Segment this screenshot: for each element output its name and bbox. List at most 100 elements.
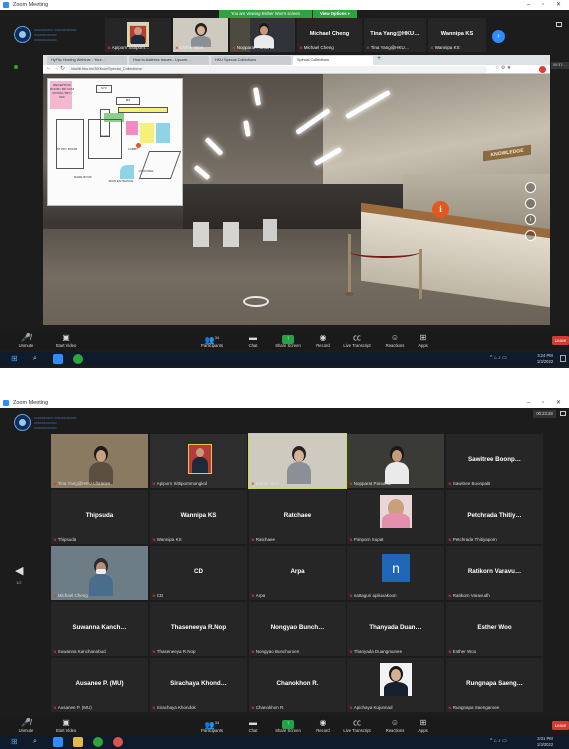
filmstrip-tile[interactable]: ⨯Esther Woo xyxy=(173,18,228,52)
leave-button[interactable]: Leave xyxy=(552,721,569,730)
chat-button[interactable]: ▬ Chat xyxy=(233,332,273,348)
leave-button[interactable]: Leave xyxy=(552,336,569,345)
zoom-taskbar-icon[interactable] xyxy=(53,354,63,364)
participant-tile[interactable]: Rungnapa Saeng… ⨯Rungnapa Saengaroee xyxy=(446,658,543,712)
view-options-button[interactable]: View Options ▾ xyxy=(313,10,357,18)
chrome-taskbar-icon[interactable] xyxy=(93,737,103,747)
next-page-arrow-icon[interactable]: › xyxy=(492,30,505,43)
filmstrip-tile[interactable]: Michael Cheng ⨯Michael Cheng xyxy=(297,18,362,52)
minimize-icon[interactable]: – xyxy=(527,398,530,408)
floor-plan-overlay[interactable]: RECEPTION ROOM / MF COM / ROOM / BFT / O… xyxy=(47,78,183,206)
reload-icon[interactable]: ↻ xyxy=(60,65,65,72)
participant-tile[interactable]: Ratikorn Varavu… ⨯Ratikorn Varavudh xyxy=(446,546,543,600)
browser-tab[interactable]: HKU Special Collections xyxy=(211,56,291,65)
file-explorer-taskbar-icon[interactable] xyxy=(73,737,83,747)
search-icon[interactable]: ⌕ xyxy=(33,354,43,364)
close-icon[interactable]: ✕ xyxy=(556,398,561,408)
participant-tile[interactable]: Petchrada Thitiy… ⨯Petchrada Thitiyaporn xyxy=(446,490,543,544)
filmstrip-tile[interactable]: Tina Yang@HKU… ⨯Tina Yang@HKU… xyxy=(364,18,426,52)
close-icon[interactable]: ✕ xyxy=(556,0,561,10)
search-icon[interactable]: ⌕ xyxy=(33,737,43,747)
participant-tile[interactable]: Arpa ⨯Arpa xyxy=(249,546,346,600)
share-screen-button[interactable]: ↑ Share Screen xyxy=(268,332,308,348)
start-video-button[interactable]: ▣ Start Video xyxy=(46,717,86,733)
browser-tab-active[interactable]: Special Collections xyxy=(293,56,373,65)
participant-tile[interactable]: ⨯Esther Woo xyxy=(248,433,347,489)
participant-tile[interactable]: Sawitree Boonp… ⨯Sawitree Boonpalit xyxy=(446,434,543,488)
view-grid-icon[interactable] xyxy=(556,22,562,27)
browser-tab[interactable]: How to Address Issues - Upcom… xyxy=(129,56,209,65)
url-field[interactable]: hkulib.hku.hk/360tour/Special_Collection… xyxy=(67,66,487,73)
participant-tile[interactable]: n ⨯nattaguri apiluxakoon xyxy=(347,546,444,600)
muted-mic-icon: ⨯ xyxy=(448,593,452,598)
participants-icon: 👥34 xyxy=(204,335,220,345)
apps-button[interactable]: ⊞ Apps xyxy=(403,717,443,733)
participant-tile[interactable]: CD ⨯CD xyxy=(150,546,247,600)
zoom-taskbar-icon[interactable] xyxy=(53,737,63,747)
participant-tile[interactable]: Esther Woo ⨯Esther Woo xyxy=(446,602,543,656)
view-grid-icon[interactable] xyxy=(560,411,566,416)
gallery-control-icon[interactable] xyxy=(525,230,536,241)
participant-tile[interactable]: Thipsuda ⨯Thipsuda xyxy=(51,490,148,544)
taskbar-clock[interactable]: 3:01 PM 1/3/2022 xyxy=(531,736,559,748)
participant-tile[interactable]: ⨯Tina Yang@HKU Libraries xyxy=(51,434,148,488)
participant-name: ⨯Wannipa KS xyxy=(152,537,182,542)
browser-tab-strip: HyFlip Hosting Webinar - Your… How to Ad… xyxy=(43,55,550,65)
autorotate-control-icon[interactable] xyxy=(525,198,536,209)
share-screen-button[interactable]: ↑ Share Screen xyxy=(268,717,308,733)
participants-button[interactable]: 👥34 Participants xyxy=(192,332,232,348)
apps-button[interactable]: ⊞ Apps xyxy=(403,332,443,348)
taskbar-clock[interactable]: 3:24 PM 1/3/2022 xyxy=(531,353,559,365)
maximize-icon[interactable]: ▫ xyxy=(542,0,544,10)
participant-tile[interactable]: ⨯Michael Cheng xyxy=(51,546,148,600)
title-bar: Zoom Meeting – ▫ ✕ xyxy=(0,0,569,10)
participant-tile[interactable]: Wannipa KS ⨯Wannipa KS xyxy=(150,490,247,544)
navigation-ring-icon[interactable] xyxy=(243,296,269,307)
unmute-button[interactable]: 🎤̸ Unmute xyxy=(6,332,46,348)
participant-display-name: Petchrada Thitiy… xyxy=(467,512,522,519)
info-hotspot-icon[interactable]: i xyxy=(432,201,449,218)
chrome-taskbar-icon[interactable] xyxy=(73,354,83,364)
maximize-icon[interactable]: ▫ xyxy=(542,398,544,408)
participant-tile[interactable]: Thaseneeya R.Nop ⨯Thaseneeya R.Nop xyxy=(150,602,247,656)
chat-button[interactable]: ▬ Chat xyxy=(233,717,273,733)
participants-button[interactable]: 👥34 Participants xyxy=(192,717,232,733)
system-tray-icons[interactable]: ^ ⌂ ♪ ▭ xyxy=(490,738,507,744)
info-control-icon[interactable]: i xyxy=(525,214,536,225)
participant-tile[interactable]: Nongyao Bunch… ⨯Nongyao Bunchuroen xyxy=(249,602,346,656)
participant-tile[interactable]: Suwanna Kanch… ⨯Suwanna Kanchanabud xyxy=(51,602,148,656)
app-taskbar-icon[interactable] xyxy=(113,737,123,747)
back-icon[interactable]: ← xyxy=(46,65,52,71)
library-360-view[interactable]: KNOWLEDGE i i RECEPTION ROOM / MF COM / … xyxy=(43,74,550,325)
minimize-icon[interactable]: – xyxy=(527,0,530,10)
participant-tile[interactable]: ⨯Apiporn Sittipornmongkol xyxy=(150,434,247,488)
live-transcript-button[interactable]: ㏄ Live Transcript xyxy=(337,332,377,348)
start-video-button[interactable]: ▣ Start Video xyxy=(46,332,86,348)
participant-tile[interactable]: ⨯Pimporn Supat xyxy=(347,490,444,544)
participant-tile[interactable]: Thanyada Duan… ⨯Thanyada Duangmunee xyxy=(347,602,444,656)
filmstrip-tile[interactable]: ⨯Apiporn Sittiporn… xyxy=(105,18,171,52)
fullscreen-control-icon[interactable] xyxy=(525,182,536,193)
participant-tile[interactable]: Ausanee P. (MU) ⨯Ausanee P. (MU) xyxy=(51,658,148,712)
live-transcript-button[interactable]: ㏄ Live Transcript xyxy=(337,717,377,733)
chat-icon: ▬ xyxy=(249,333,257,342)
filmstrip-tile[interactable]: ⨯Nopparat Panuthai xyxy=(230,18,295,52)
system-tray-icons[interactable]: ^ ⌂ ♪ ▭ xyxy=(490,355,507,361)
unmute-button[interactable]: 🎤̸ Unmute xyxy=(6,717,46,733)
profile-icon[interactable] xyxy=(539,66,546,73)
extensions-icon[interactable]: ☆ ⚙ ★ xyxy=(495,65,511,71)
participant-tile[interactable]: Sirachaya Khond… ⨯Sirachaya Khondok xyxy=(150,658,247,712)
participant-display-name: Thipsuda xyxy=(85,512,114,519)
participant-tile[interactable]: ⨯Apichaya Kujunnad xyxy=(347,658,444,712)
browser-tab[interactable]: HyFlip Hosting Webinar - Your… xyxy=(47,56,127,65)
forward-icon[interactable]: → xyxy=(53,65,59,71)
windows-start-icon[interactable]: ⊞ xyxy=(11,737,21,747)
new-tab-icon[interactable]: + xyxy=(377,55,381,62)
participant-tile[interactable]: Ratchaee ⨯Ratchaee xyxy=(249,490,346,544)
previous-page-arrow-icon[interactable]: ◀ xyxy=(15,564,23,577)
participant-tile[interactable]: ⨯Nopparat Panuthai xyxy=(347,434,444,488)
windows-start-icon[interactable]: ⊞ xyxy=(11,354,21,364)
participant-tile[interactable]: Chanokhon R. ⨯Chanokhon R. xyxy=(249,658,346,712)
filmstrip-tile[interactable]: Wannipa KS ⨯Wannipa KS xyxy=(428,18,486,52)
notification-icon[interactable] xyxy=(560,355,566,362)
